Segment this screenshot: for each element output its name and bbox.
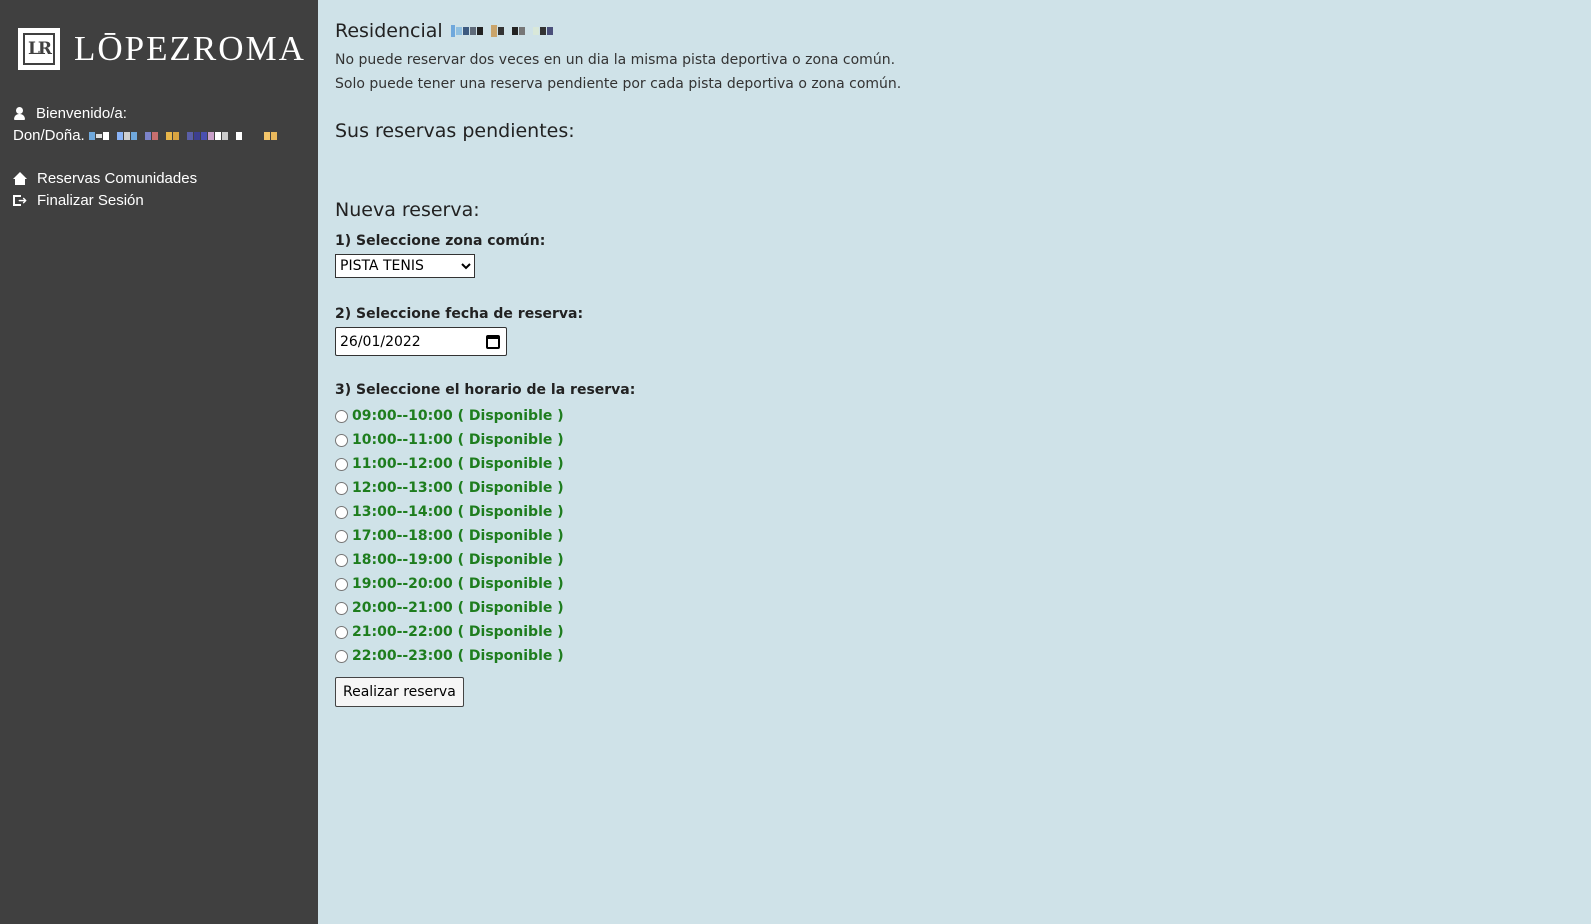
- residential-title: Residencial: [335, 20, 443, 42]
- time-slot-radio[interactable]: [335, 457, 348, 471]
- nav-reservas-comunidades[interactable]: Reservas Comunidades: [13, 168, 197, 190]
- date-value: 26/01/2022: [340, 333, 421, 350]
- calendar-icon[interactable]: [486, 334, 500, 349]
- time-slot-list: 09:00--10:00 ( Disponible ) 10:00--11:00…: [335, 404, 901, 668]
- booking-rules: No puede reservar dos veces en un dia la…: [335, 48, 901, 96]
- time-slot-radio[interactable]: [335, 553, 348, 567]
- time-slot-row[interactable]: 11:00--12:00 ( Disponible ): [335, 452, 901, 476]
- time-slot-label: 22:00--23:00 ( Disponible ): [352, 648, 564, 664]
- pending-reservations-heading: Sus reservas pendientes:: [335, 120, 575, 142]
- sign-out-icon: ➜: [13, 194, 27, 208]
- submit-reservation-button[interactable]: Realizar reserva: [335, 677, 464, 707]
- time-slot-row[interactable]: 22:00--23:00 ( Disponible ): [335, 644, 901, 668]
- time-slot-row[interactable]: 18:00--19:00 ( Disponible ): [335, 548, 901, 572]
- user-icon: [13, 107, 27, 121]
- time-slot-label: 09:00--10:00 ( Disponible ): [352, 408, 564, 424]
- time-slot-label: 10:00--11:00 ( Disponible ): [352, 432, 564, 448]
- common-zone-select[interactable]: PISTA TENIS: [335, 254, 475, 278]
- welcome-label: Bienvenido/a:: [36, 105, 127, 122]
- time-slot-label: 21:00--22:00 ( Disponible ): [352, 624, 564, 640]
- home-icon: [13, 172, 27, 186]
- redacted-user-name: [88, 132, 277, 140]
- welcome-block: Bienvenido/a: Don/Doña.: [13, 103, 277, 147]
- step3-label: 3) Seleccione el horario de la reserva:: [335, 382, 636, 398]
- time-slot-row[interactable]: 20:00--21:00 ( Disponible ): [335, 596, 901, 620]
- time-slot-radio[interactable]: [335, 529, 348, 543]
- time-slot-radio[interactable]: [335, 433, 348, 447]
- time-slot-radio[interactable]: [335, 481, 348, 495]
- time-slot-row[interactable]: 13:00--14:00 ( Disponible ): [335, 500, 901, 524]
- time-slot-row[interactable]: 19:00--20:00 ( Disponible ): [335, 572, 901, 596]
- nav-label: Finalizar Sesión: [37, 192, 144, 209]
- step2-label: 2) Seleccione fecha de reserva:: [335, 306, 584, 322]
- time-slot-radio[interactable]: [335, 625, 348, 639]
- page-title: Residencial: [335, 18, 901, 44]
- time-slot-label: 18:00--19:00 ( Disponible ): [352, 552, 564, 568]
- time-slot-radio[interactable]: [335, 409, 348, 423]
- time-slot-row[interactable]: 09:00--10:00 ( Disponible ): [335, 404, 901, 428]
- step1-label: 1) Seleccione zona común:: [335, 233, 546, 249]
- time-slot-label: 17:00--18:00 ( Disponible ): [352, 528, 564, 544]
- time-slot-label: 20:00--21:00 ( Disponible ): [352, 600, 564, 616]
- time-slot-label: 11:00--12:00 ( Disponible ): [352, 456, 564, 472]
- time-slot-radio[interactable]: [335, 505, 348, 519]
- reservation-date-input[interactable]: 26/01/2022: [335, 327, 507, 356]
- time-slot-row[interactable]: 10:00--11:00 ( Disponible ): [335, 428, 901, 452]
- time-slot-radio[interactable]: [335, 577, 348, 591]
- new-reservation-heading: Nueva reserva:: [335, 199, 480, 221]
- redacted-residential-name: [450, 25, 553, 37]
- time-slot-row[interactable]: 12:00--13:00 ( Disponible ): [335, 476, 901, 500]
- time-slot-label: 19:00--20:00 ( Disponible ): [352, 576, 564, 592]
- main-content: Residencial No puede reservar dos veces …: [335, 18, 901, 707]
- sidebar: LR LŌPEZROMA Bienvenido/a: Don/Doña. Res…: [0, 0, 318, 924]
- time-slot-row[interactable]: 17:00--18:00 ( Disponible ): [335, 524, 901, 548]
- nav-finalizar-sesion[interactable]: ➜ Finalizar Sesión: [13, 190, 197, 212]
- logo-mark-icon: LR: [18, 28, 60, 70]
- time-slot-label: 12:00--13:00 ( Disponible ): [352, 480, 564, 496]
- time-slot-row[interactable]: 21:00--22:00 ( Disponible ): [335, 620, 901, 644]
- time-slot-radio[interactable]: [335, 649, 348, 663]
- salutation-label: Don/Doña.: [13, 127, 85, 144]
- rule-text: Solo puede tener una reserva pendiente p…: [335, 76, 902, 92]
- time-slot-label: 13:00--14:00 ( Disponible ): [352, 504, 564, 520]
- sidebar-nav: Reservas Comunidades ➜ Finalizar Sesión: [13, 168, 197, 212]
- company-logo: LR LŌPEZROMA: [18, 28, 306, 70]
- nav-label: Reservas Comunidades: [37, 170, 198, 187]
- time-slot-radio[interactable]: [335, 601, 348, 615]
- rule-text: No puede reservar dos veces en un dia la…: [335, 52, 896, 68]
- logo-text: LŌPEZROMA: [74, 29, 306, 68]
